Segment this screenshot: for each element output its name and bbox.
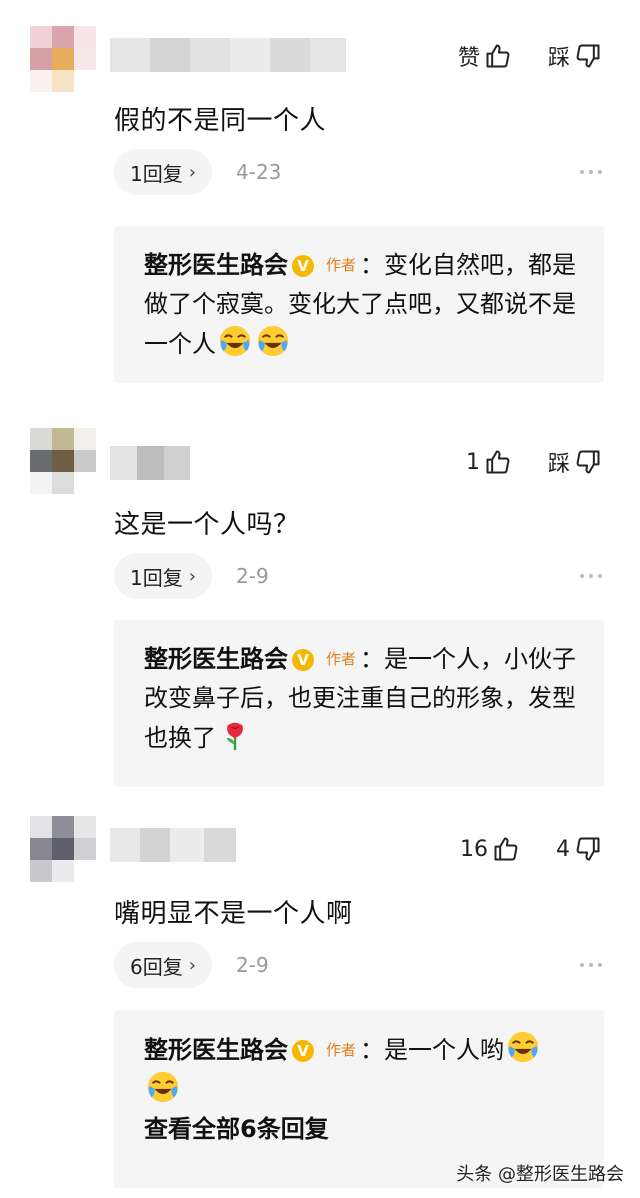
reply-author[interactable]: 整形医生路会: [144, 645, 288, 673]
rose-emoji: [226, 722, 243, 751]
verified-badge-icon: V: [292, 255, 314, 277]
like-count: 1: [465, 449, 480, 475]
crying-laugh-emoji: [507, 1031, 539, 1063]
reply-count-button[interactable]: 1回复 ›: [114, 553, 212, 599]
thumbs-down-icon: [576, 44, 600, 68]
vote-actions: 1 踩: [466, 446, 602, 478]
comment-text: 这是一个人吗？: [114, 510, 300, 540]
comment-date: 4-23: [236, 160, 282, 184]
dislike-button[interactable]: 踩: [548, 40, 602, 72]
author-tag: 作者: [326, 256, 357, 274]
crying-laugh-emoji: [257, 325, 289, 357]
thumbs-down-icon: [576, 450, 600, 474]
thumbs-up-icon: [486, 450, 510, 474]
avatar[interactable]: [30, 816, 96, 882]
like-button[interactable]: 16: [460, 835, 520, 863]
chevron-right-icon: ›: [188, 565, 196, 587]
vote-actions: 16 4: [460, 835, 602, 863]
more-options-icon[interactable]: [580, 963, 602, 967]
more-options-icon[interactable]: [580, 574, 602, 578]
reply-author[interactable]: 整形医生路会: [144, 251, 288, 279]
chevron-right-icon: ›: [188, 954, 196, 976]
verified-badge-icon: V: [292, 649, 314, 671]
reply-author[interactable]: 整形医生路会: [144, 1036, 288, 1064]
comment-text: 假的不是同一个人: [114, 106, 327, 136]
more-options-icon[interactable]: [580, 170, 602, 174]
username-blurred[interactable]: [110, 38, 346, 72]
comment-date: 2-9: [236, 953, 269, 977]
reply-count-label: 1回复: [130, 161, 183, 186]
see-all-replies-link[interactable]: 查看全部6条回复: [144, 1110, 576, 1149]
thumbs-up-icon: [486, 44, 510, 68]
author-reply-box[interactable]: 整形医生路会 V 作者 ：变化自然吧，都是做了个寂寞。变化大了点吧，又都说不是一个人: [114, 226, 604, 383]
like-button[interactable]: 赞: [458, 40, 512, 72]
reply-count-button[interactable]: 1回复 ›: [114, 149, 212, 195]
comment-date: 2-9: [236, 564, 269, 588]
like-label: 赞: [457, 46, 480, 71]
crying-laugh-emoji: [219, 325, 251, 357]
avatar[interactable]: [30, 26, 96, 92]
dislike-count: 4: [556, 836, 570, 862]
thumbs-down-icon: [576, 837, 600, 861]
comment-text: 嘴明显不是一个人啊: [114, 899, 353, 929]
watermark: 头条 @整形医生路会: [456, 1164, 624, 1185]
dislike-label: 踩: [547, 452, 570, 477]
reply-count-label: 6回复: [130, 954, 183, 979]
reply-count-button[interactable]: 6回复 ›: [114, 942, 212, 988]
dislike-label: 踩: [547, 46, 570, 71]
author-tag: 作者: [326, 650, 357, 668]
username-blurred[interactable]: [110, 446, 190, 480]
crying-laugh-emoji: [147, 1071, 179, 1103]
dislike-button[interactable]: 4: [556, 835, 602, 863]
vote-actions: 赞 踩: [458, 40, 602, 72]
author-reply-box[interactable]: 整形医生路会 V 作者 ：是一个人，小伙子改变鼻子后，也更注重自己的形象，发型也换了: [114, 620, 604, 787]
chevron-right-icon: ›: [188, 161, 196, 183]
reply-count-label: 1回复: [130, 565, 183, 590]
avatar[interactable]: [30, 428, 96, 494]
username-blurred[interactable]: [110, 828, 236, 862]
like-count: 16: [460, 836, 488, 862]
thumbs-up-icon: [494, 837, 518, 861]
author-tag: 作者: [326, 1041, 357, 1059]
reply-text: ：是一个人哟: [360, 1036, 505, 1064]
verified-badge-icon: V: [292, 1040, 314, 1062]
dislike-button[interactable]: 踩: [548, 446, 602, 478]
like-button[interactable]: 1: [466, 448, 512, 476]
